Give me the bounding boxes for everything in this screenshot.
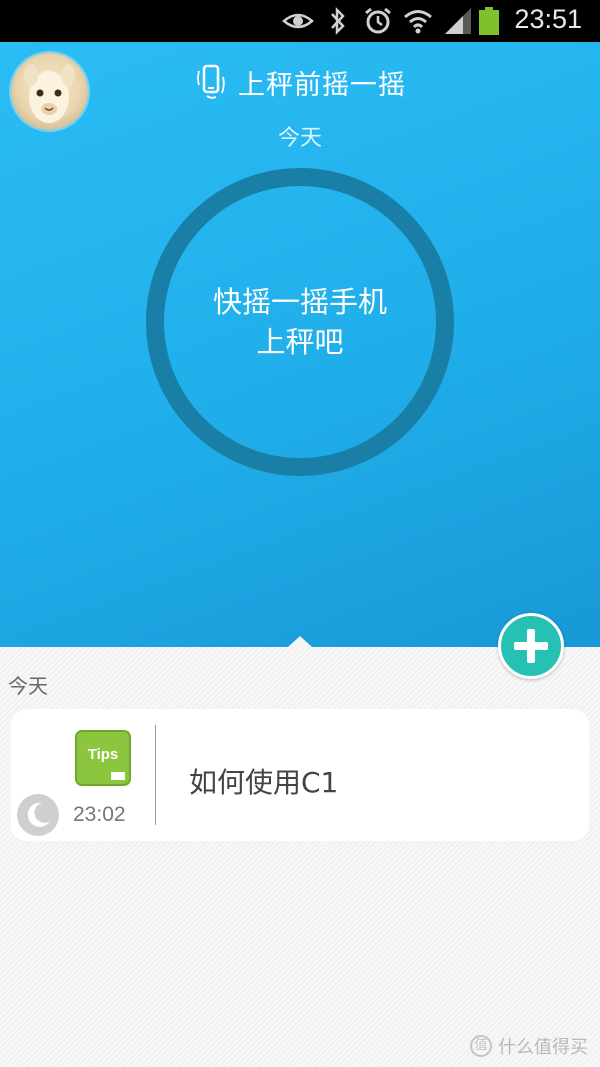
watermark-badge: 值 xyxy=(470,1035,492,1057)
alpaca-avatar-image xyxy=(24,64,75,123)
moon-icon xyxy=(17,794,59,836)
shake-title: 上秤前摇一摇 xyxy=(196,62,406,102)
shake-prompt: 快摇一摇手机 上秤吧 xyxy=(146,168,454,476)
date-label: 今天 xyxy=(277,126,322,151)
watermark-text: 什么值得买 xyxy=(498,1037,588,1058)
add-button[interactable] xyxy=(498,613,564,679)
card-divider xyxy=(155,725,156,825)
status-clock: 23:51 xyxy=(514,4,582,34)
tips-icon-label: Tips xyxy=(87,746,119,763)
header-pointer xyxy=(288,636,312,647)
signal-icon xyxy=(445,8,471,34)
tips-icon-corner xyxy=(111,772,125,780)
feed-card[interactable]: Tips 23:02 如何使用C1 xyxy=(11,709,589,841)
alarm-icon xyxy=(365,7,391,34)
plus-icon xyxy=(514,629,548,663)
page-title: 上秤前摇一摇 xyxy=(238,69,406,101)
section-label-today: 今天 xyxy=(8,674,48,698)
tips-icon: Tips xyxy=(75,730,131,786)
bluetooth-icon xyxy=(331,6,345,36)
status-bar: 23:51 xyxy=(0,0,600,42)
shake-prompt-line1: 快摇一摇手机 xyxy=(212,285,387,319)
user-avatar[interactable] xyxy=(11,53,88,130)
watermark: 值 什么值得买 xyxy=(470,1033,588,1059)
battery-icon xyxy=(479,7,499,35)
weigh-header: 上秤前摇一摇 今天 快摇一摇手机 上秤吧 xyxy=(0,42,600,647)
eye-icon xyxy=(282,13,314,29)
card-title: 如何使用C1 xyxy=(189,766,339,799)
phone-shake-icon xyxy=(197,64,225,99)
wifi-icon xyxy=(404,10,432,34)
shake-prompt-line2: 上秤吧 xyxy=(256,325,344,359)
card-time: 23:02 xyxy=(73,803,126,826)
